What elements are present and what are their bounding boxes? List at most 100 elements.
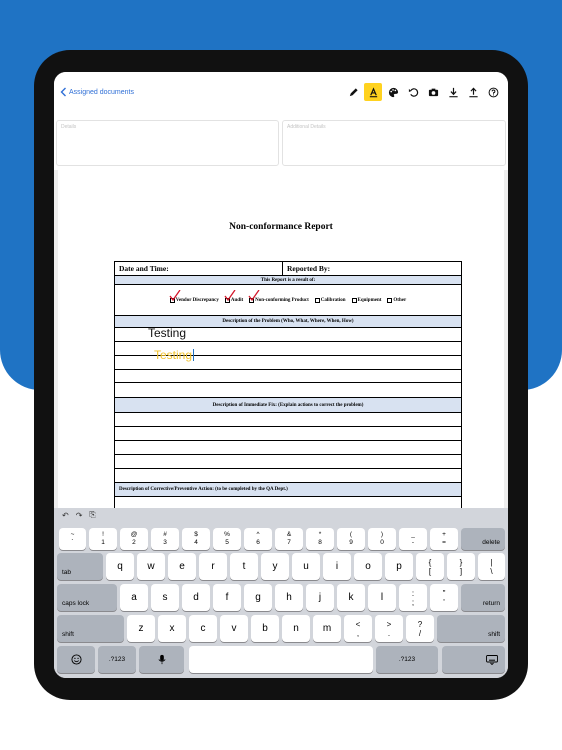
tab-key[interactable]: tab xyxy=(57,553,103,580)
key-x[interactable]: x xyxy=(158,615,186,642)
checkbox-calibration[interactable]: Calibration xyxy=(314,297,346,303)
key-bracket-left[interactable]: {[ xyxy=(416,553,444,580)
fix-line[interactable] xyxy=(115,469,461,483)
key-t[interactable]: t xyxy=(230,553,258,580)
key-m[interactable]: m xyxy=(313,615,341,642)
palette-button[interactable] xyxy=(384,83,402,101)
key-i[interactable]: i xyxy=(323,553,351,580)
return-key[interactable]: return xyxy=(461,584,505,611)
fix-line[interactable] xyxy=(115,427,461,441)
shift-key-right[interactable]: shift xyxy=(437,615,505,642)
key-n[interactable]: n xyxy=(282,615,310,642)
undo-icon xyxy=(408,87,418,97)
key-backslash[interactable]: | \ xyxy=(478,553,505,580)
fix-line[interactable] xyxy=(115,413,461,427)
shift-key-left[interactable]: shift xyxy=(57,615,124,642)
key-e[interactable]: e xyxy=(168,553,196,580)
key-j[interactable]: j xyxy=(306,584,334,611)
document-viewer[interactable]: Non-conformance Report Date and Time: Re… xyxy=(54,170,508,509)
checkbox-vendor-discrepancy[interactable]: Vendor Discrepancy xyxy=(169,289,219,303)
upload-button[interactable] xyxy=(464,83,482,101)
key-r[interactable]: r xyxy=(199,553,227,580)
checkbox-non-conforming-product[interactable]: Non-conforming Product xyxy=(248,289,309,303)
delete-key[interactable]: delete xyxy=(461,528,505,550)
problem-line[interactable] xyxy=(115,370,461,383)
back-button[interactable]: Assigned documents xyxy=(60,85,134,99)
key-z[interactable]: z xyxy=(127,615,155,642)
checkbox-label: Equipment xyxy=(357,297,382,303)
key-period[interactable]: >. xyxy=(375,615,403,642)
key-minus[interactable]: _ - xyxy=(399,528,427,550)
key-a[interactable]: a xyxy=(120,584,148,611)
key-bracket-right[interactable]: }] xyxy=(447,553,475,580)
key-char: 9 xyxy=(349,539,353,546)
key-semicolon[interactable]: :; xyxy=(399,584,427,611)
key-shift-char: : xyxy=(411,588,415,598)
key-c[interactable]: c xyxy=(189,615,217,642)
key-f[interactable]: f xyxy=(213,584,241,611)
key-q[interactable]: q xyxy=(106,553,134,580)
pencil-button[interactable] xyxy=(344,83,362,101)
checkbox-equipment[interactable]: Equipment xyxy=(351,297,382,303)
problem-line[interactable] xyxy=(115,383,461,398)
key-l[interactable]: l xyxy=(368,584,396,611)
kb-paste-icon[interactable]: ⎘ xyxy=(89,510,95,520)
checkmark-icon xyxy=(169,289,181,301)
key-v[interactable]: v xyxy=(220,615,248,642)
camera-icon xyxy=(428,88,438,96)
key-8[interactable]: * 8 xyxy=(306,528,334,550)
caps-lock-key[interactable]: caps lock xyxy=(57,584,117,611)
key-comma[interactable]: <, xyxy=(344,615,372,642)
key-2[interactable]: @2 xyxy=(120,528,148,550)
key-equals[interactable]: + = xyxy=(430,528,458,550)
numbers-key-left[interactable]: .?123 xyxy=(98,646,136,673)
help-button[interactable] xyxy=(484,83,502,101)
key-char: ' xyxy=(443,597,445,607)
problem-line[interactable]: Testing xyxy=(115,348,461,370)
key-s[interactable]: s xyxy=(151,584,179,611)
document-page[interactable]: Non-conformance Report Date and Time: Re… xyxy=(58,170,504,509)
problem-line[interactable]: Testing xyxy=(115,326,461,342)
fix-line[interactable] xyxy=(115,441,461,455)
numbers-key-right[interactable]: .?123 xyxy=(376,646,438,673)
key-y[interactable]: y xyxy=(261,553,289,580)
key-quote[interactable]: " ' xyxy=(430,584,458,611)
dictation-key[interactable] xyxy=(139,646,184,673)
key-6[interactable]: ^ 6 xyxy=(244,528,272,550)
key-k[interactable]: k xyxy=(337,584,365,611)
emoji-key[interactable] xyxy=(57,646,95,673)
space-bar[interactable] xyxy=(189,646,373,673)
details-field[interactable]: Details xyxy=(56,120,279,166)
dismiss-keyboard-key[interactable] xyxy=(442,646,505,673)
result-checkboxes: Vendor Discrepancy Audit Non-conforming … xyxy=(115,285,461,316)
key-3[interactable]: #3 xyxy=(151,528,179,550)
key-o[interactable]: o xyxy=(354,553,382,580)
key-p[interactable]: p xyxy=(385,553,413,580)
key-7[interactable]: & 7 xyxy=(275,528,303,550)
kb-undo-icon[interactable]: ↶ xyxy=(62,511,69,520)
camera-button[interactable] xyxy=(424,83,442,101)
key-d[interactable]: d xyxy=(182,584,210,611)
key-4[interactable]: $4 xyxy=(182,528,210,550)
key-g[interactable]: g xyxy=(244,584,272,611)
key-u[interactable]: u xyxy=(292,553,320,580)
key-b[interactable]: b xyxy=(251,615,279,642)
kb-redo-icon[interactable]: ↷ xyxy=(76,511,83,520)
undo-button[interactable] xyxy=(404,83,422,101)
key-h[interactable]: h xyxy=(275,584,303,611)
key-backtick[interactable]: ~ ` xyxy=(59,528,86,550)
checkbox-other[interactable]: Other xyxy=(387,297,406,303)
highlighter-button[interactable] xyxy=(364,83,382,101)
date-reported-row[interactable]: Date and Time: Reported By: xyxy=(115,262,461,276)
key-1[interactable]: ! 1 xyxy=(89,528,117,550)
fix-line[interactable] xyxy=(115,455,461,469)
additional-details-field[interactable]: Additional Details xyxy=(282,120,506,166)
key-char: ; xyxy=(411,597,415,607)
download-button[interactable] xyxy=(444,83,462,101)
key-slash[interactable]: ? / xyxy=(406,615,434,642)
checkbox-audit[interactable]: Audit xyxy=(224,289,243,303)
key-w[interactable]: w xyxy=(137,553,165,580)
key-9[interactable]: (9 xyxy=(337,528,365,550)
key-0[interactable]: ) 0 xyxy=(368,528,396,550)
key-5[interactable]: % 5 xyxy=(213,528,241,550)
